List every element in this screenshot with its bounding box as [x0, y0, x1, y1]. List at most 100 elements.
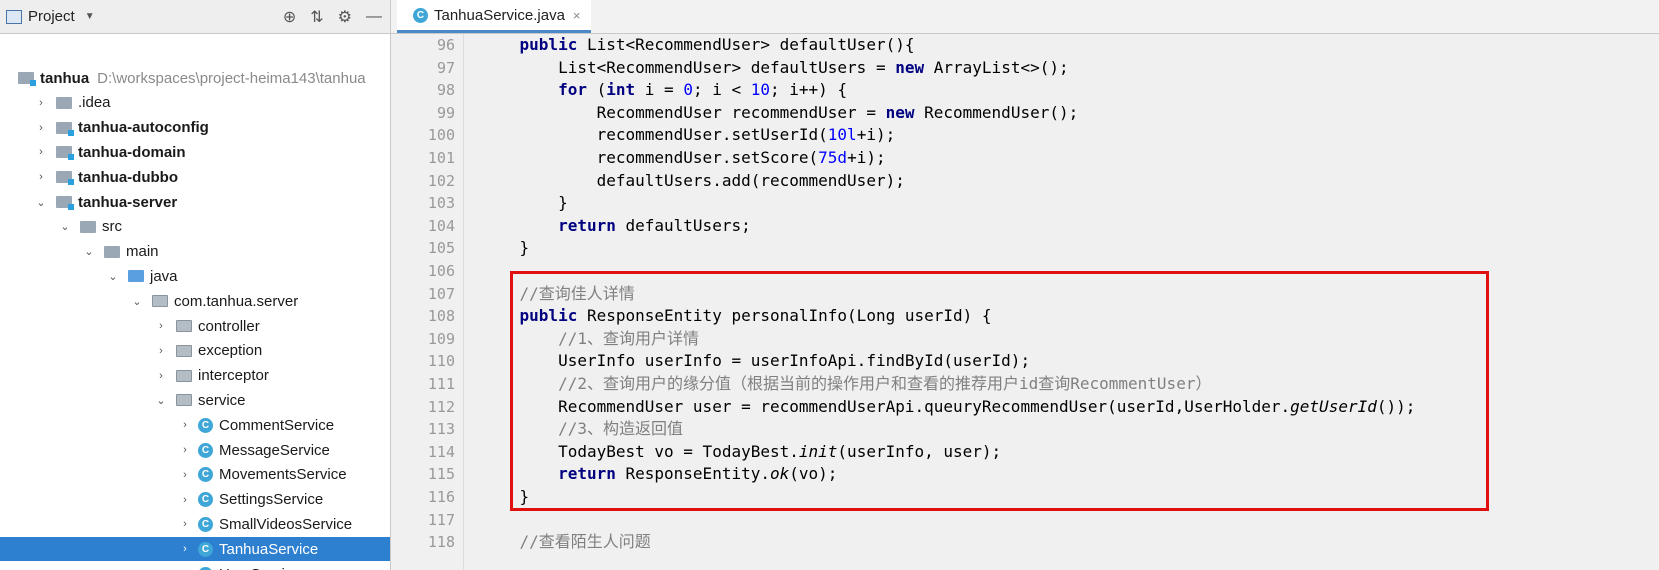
code-line[interactable]: 109 //1、查询用户详情 — [391, 328, 1659, 351]
chevron-right-icon[interactable]: › — [154, 345, 168, 357]
tree-item[interactable]: › exception — [0, 339, 390, 363]
chevron-right-icon[interactable]: › — [34, 146, 48, 158]
code-text: TodayBest vo = TodayBest.init(userInfo, … — [481, 441, 1002, 461]
tree-item[interactable]: ›CUserService — [0, 562, 390, 570]
chevron-right-icon[interactable]: › — [178, 494, 192, 506]
project-view-selector[interactable]: Project ▼ — [6, 8, 95, 25]
code-line[interactable]: 118 //查看陌生人问题 — [391, 531, 1659, 554]
tree-item[interactable]: › C TanhuaService — [0, 537, 390, 562]
tree-item[interactable]: › interceptor — [0, 364, 390, 388]
code-line[interactable]: 108 public ResponseEntity personalInfo(L… — [391, 305, 1659, 328]
tree-item[interactable]: ⌄ tanhua-server — [0, 190, 390, 214]
code-line[interactable]: 105 } — [391, 237, 1659, 260]
tab-tanhuaservice[interactable]: C TanhuaService.java × — [397, 0, 591, 33]
chevron-right-icon[interactable]: › — [154, 320, 168, 332]
module-folder-icon — [56, 196, 74, 210]
close-icon[interactable]: × — [573, 8, 581, 23]
tree-item-label: java — [150, 267, 178, 285]
tree-item[interactable]: › C SmallVideosService — [0, 512, 390, 536]
class-icon: C — [198, 442, 213, 458]
code-line[interactable]: 98 for (int i = 0; i < 10; i++) { — [391, 79, 1659, 102]
chevron-right-icon[interactable]: › — [34, 97, 48, 109]
chevron-down-icon[interactable]: ⌄ — [34, 196, 48, 209]
chevron-down-icon[interactable]: ⌄ — [154, 394, 168, 407]
tree-item-label: SettingsService — [219, 491, 324, 509]
tree-item[interactable]: › tanhua-autoconfig — [0, 116, 390, 140]
project-path: D:\workspaces\project-heima143\tanhua — [97, 69, 366, 87]
code-line[interactable]: 110 UserInfo userInfo = userInfoApi.find… — [391, 350, 1659, 373]
tree-item-label: exception — [198, 342, 263, 360]
editor-area: C TanhuaService.java × 96 public List<Re… — [391, 0, 1659, 570]
code-editor[interactable]: 96 public List<RecommendUser> defaultUse… — [391, 34, 1659, 570]
code-line[interactable]: 96 public List<RecommendUser> defaultUse… — [391, 34, 1659, 57]
module-folder-icon — [56, 171, 74, 186]
minimize-icon[interactable]: — — [366, 8, 382, 26]
tree-item-label: main — [126, 243, 159, 261]
tree-item[interactable]: › C SettingsService — [0, 488, 390, 512]
chevron-down-icon[interactable]: ⌄ — [106, 270, 120, 283]
tree-item[interactable]: ⌄ service — [0, 388, 390, 412]
tree-item[interactable]: › C MessageService — [0, 438, 390, 462]
chevron-right-icon[interactable]: › — [154, 370, 168, 382]
tree-item[interactable]: › tanhua-dubbo — [0, 165, 390, 189]
class-icon: C — [413, 7, 428, 23]
code-line[interactable]: 100 recommendUser.setUserId(10l+i); — [391, 124, 1659, 147]
code-line[interactable]: 102 defaultUsers.add(recommendUser); — [391, 170, 1659, 193]
chevron-right-icon[interactable]: › — [34, 171, 48, 183]
line-number: 103 — [427, 194, 455, 213]
code-line[interactable]: 112 RecommendUser user = recommendUserAp… — [391, 396, 1659, 419]
gear-icon[interactable]: ⚙ — [338, 7, 352, 27]
tree-item[interactable]: ⌄ main — [0, 240, 390, 264]
module-folder-icon — [56, 146, 74, 161]
chevron-right-icon[interactable]: › — [178, 518, 192, 530]
code-line[interactable]: 104 return defaultUsers; — [391, 215, 1659, 238]
tree-item[interactable]: ⌄ java — [0, 264, 390, 288]
class-icon: C — [198, 566, 213, 570]
code-line[interactable]: 97 List<RecommendUser> defaultUsers = ne… — [391, 57, 1659, 80]
code-line[interactable]: 115 return ResponseEntity.ok(vo); — [391, 463, 1659, 486]
tree-item-label: TanhuaService — [219, 540, 319, 558]
code-line[interactable]: 111 //2、查询用户的缘分值（根据当前的操作用户和查看的推荐用户id查询Re… — [391, 373, 1659, 396]
code-line[interactable]: 116 } — [391, 486, 1659, 509]
line-number: 116 — [427, 488, 455, 506]
code-line[interactable]: 101 recommendUser.setScore(75d+i); — [391, 147, 1659, 170]
code-line[interactable]: 113 //3、构造返回值 — [391, 418, 1659, 441]
chevron-right-icon[interactable]: › — [178, 444, 192, 456]
code-text: return defaultUsers; — [558, 215, 751, 235]
class-icon: C — [198, 467, 213, 483]
code-line[interactable]: 103 } — [391, 192, 1659, 215]
code-line[interactable]: 117 — [391, 509, 1659, 532]
tree-item[interactable]: › C MovementsService — [0, 463, 390, 487]
chevron-down-icon[interactable]: ⌄ — [82, 245, 96, 258]
code-line[interactable]: 107 //查询佳人详情 — [391, 283, 1659, 306]
tree-item-label: tanhua-autoconfig — [78, 119, 209, 137]
line-number: 114 — [427, 442, 455, 461]
chevron-right-icon[interactable]: › — [34, 122, 48, 134]
code-line[interactable]: 106 — [391, 260, 1659, 283]
tree-item[interactable]: › tanhua-domain — [0, 140, 390, 164]
chevron-right-icon[interactable]: › — [178, 469, 192, 481]
collapse-icon[interactable]: ⇅ — [310, 7, 323, 27]
code-text: return ResponseEntity.ok(vo); — [558, 464, 838, 484]
chevron-down-icon[interactable]: ⌄ — [130, 295, 144, 308]
code-text: } — [481, 487, 530, 506]
line-number: 118 — [427, 533, 455, 552]
tree-item[interactable]: ⌄ com.tanhua.server — [0, 289, 390, 313]
code-line[interactable]: 99 RecommendUser recommendUser = new Rec… — [391, 102, 1659, 125]
chevron-down-icon[interactable]: ⌄ — [58, 220, 72, 233]
code-line[interactable]: 114 TodayBest vo = TodayBest.init(userIn… — [391, 441, 1659, 464]
tree-item-label: tanhua-dubbo — [78, 168, 178, 186]
code-text: //1、查询用户详情 — [558, 328, 699, 348]
tree-item-label: src — [102, 218, 122, 236]
locate-icon[interactable]: ⊕ — [283, 7, 296, 27]
tree-item[interactable]: › .idea — [0, 91, 390, 115]
tree-item[interactable]: › C CommentService — [0, 413, 390, 437]
tree-item[interactable]: tanhua D:\workspaces\project-heima143\tan… — [0, 66, 390, 90]
chevron-right-icon[interactable]: › — [178, 543, 192, 555]
tree-item[interactable]: ⌄ src — [0, 215, 390, 239]
code-text: //2、查询用户的缘分值（根据当前的操作用户和查看的推荐用户id查询Recomm… — [558, 374, 1212, 393]
tree-item-label: controller — [198, 317, 260, 335]
tree-item-label: tanhua-server — [78, 193, 178, 211]
chevron-right-icon[interactable]: › — [178, 419, 192, 431]
tree-item[interactable]: › controller — [0, 314, 390, 338]
